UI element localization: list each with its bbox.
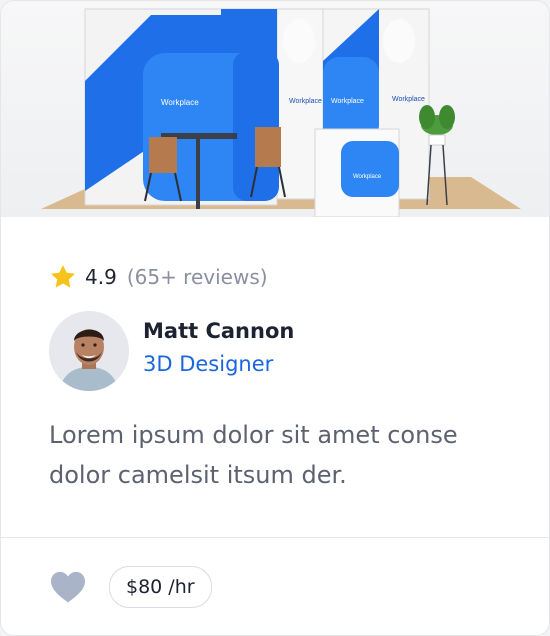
booth-label-2: Workplace [289,98,322,105]
star-icon [51,265,75,288]
designer-name[interactable]: Matt Cannon [143,319,294,343]
rating: 4.9 (65+ reviews) [49,263,268,291]
booth-label-5: Workplace [353,174,382,180]
designer-role[interactable]: 3D Designer [143,352,273,376]
booth-label-1: Workplace [161,98,199,107]
description: Lorem ipsum dolor sit amet conse dolor c… [49,421,458,489]
review-count[interactable]: (65+ reviews) [127,265,268,289]
heart-icon[interactable] [49,570,87,604]
designer-card: Workplace Workplace Workplace Workplace … [0,0,550,636]
divider [1,537,549,538]
avatar[interactable] [49,311,129,391]
rating-value: 4.9 [85,265,117,289]
booth-label-4: Workplace [392,96,425,103]
hero-image: Workplace Workplace Workplace Workplace … [1,1,549,217]
booth-label-3: Workplace [331,98,364,105]
price-badge[interactable]: $80 /hr [109,566,212,608]
